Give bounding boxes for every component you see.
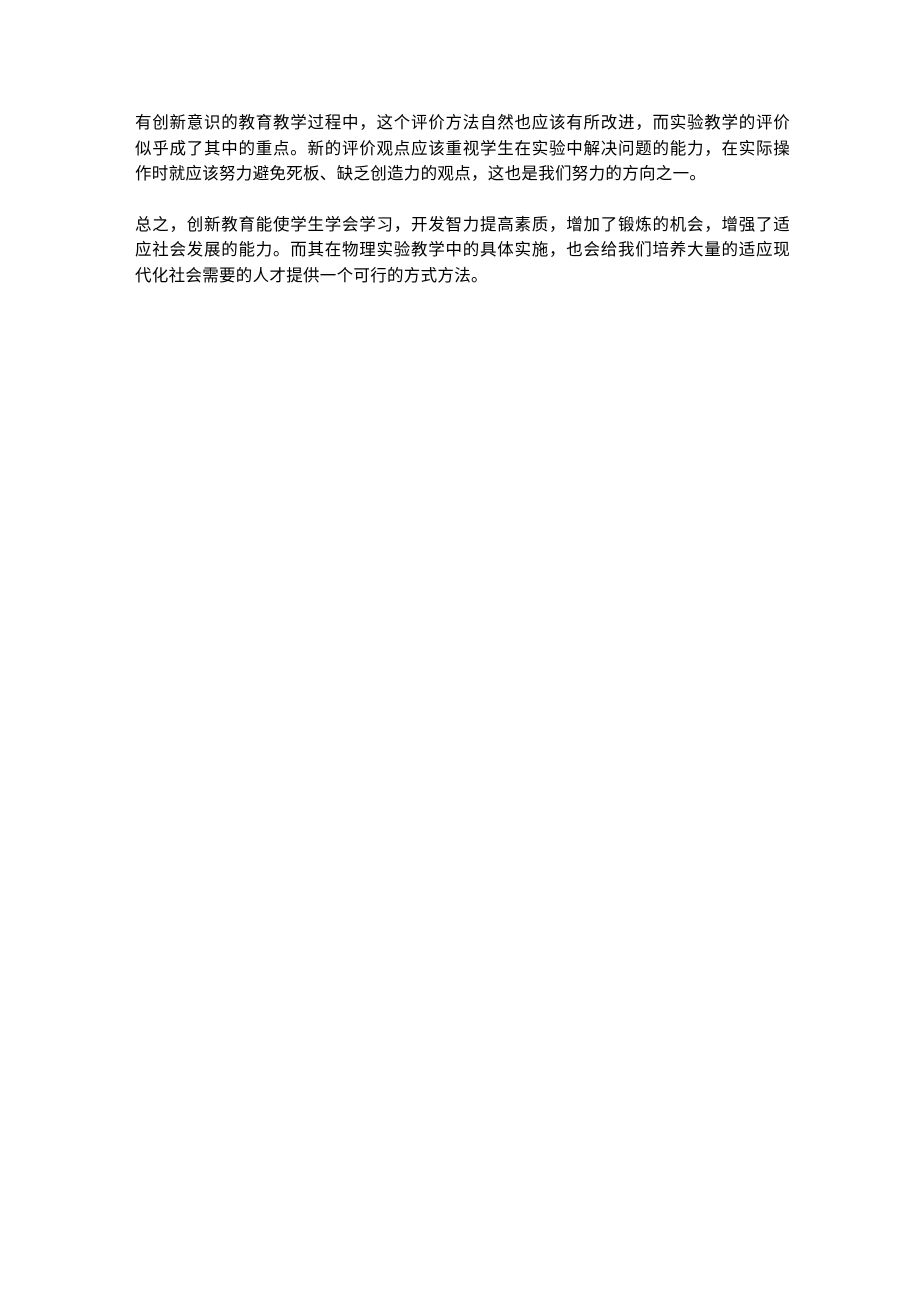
paragraph-spacer <box>135 187 790 212</box>
body-paragraph-2: 总之，创新教育能使学生学会学习，开发智力提高素质，增加了锻炼的机会，增强了适应社… <box>135 212 790 289</box>
document-page: 有创新意识的教育教学过程中，这个评价方法自然也应该有所改进，而实验教学的评价似乎… <box>0 0 920 288</box>
body-paragraph-1: 有创新意识的教育教学过程中，这个评价方法自然也应该有所改进，而实验教学的评价似乎… <box>135 110 790 187</box>
